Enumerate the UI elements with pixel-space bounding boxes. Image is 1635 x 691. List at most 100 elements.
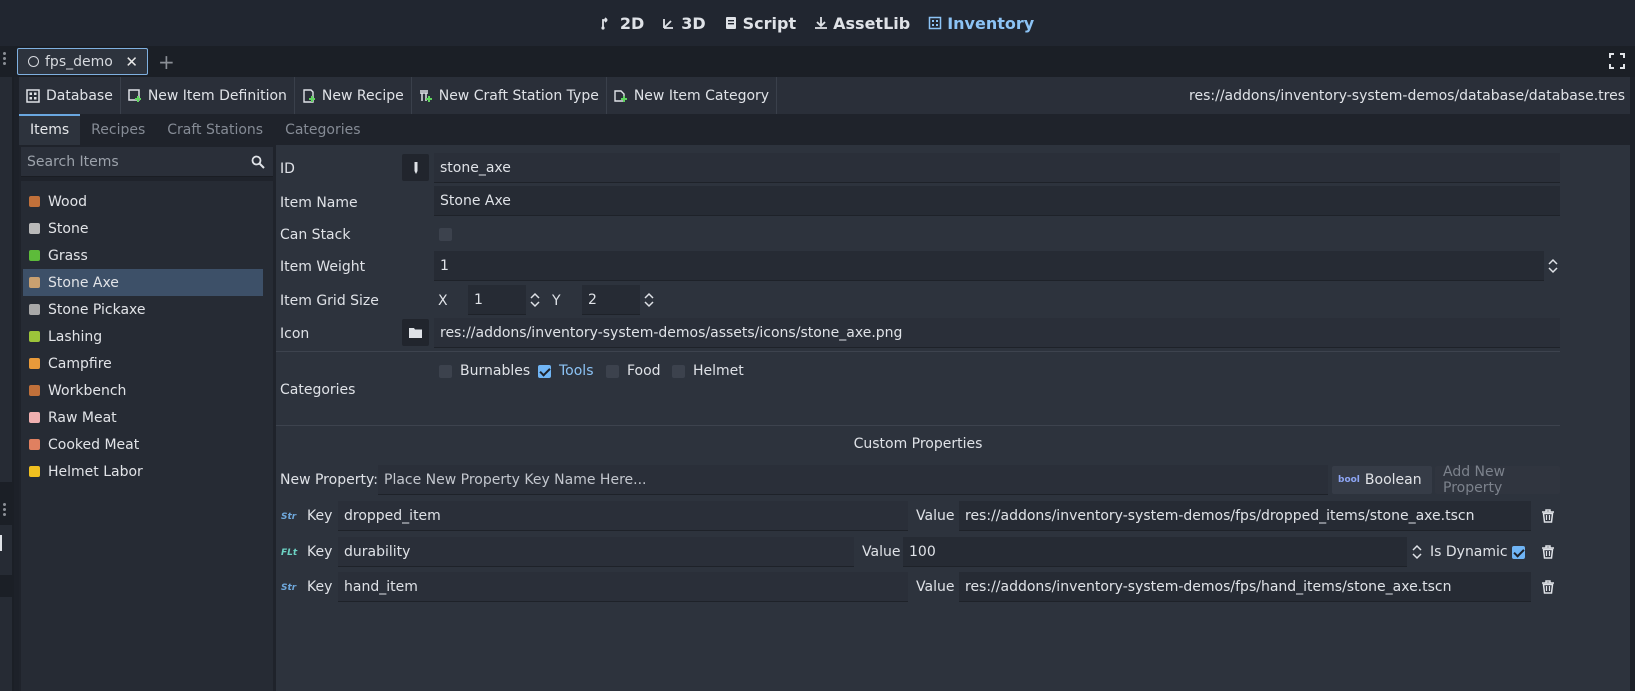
divider	[276, 425, 1560, 426]
category-food-checkbox[interactable]	[606, 365, 619, 378]
new-property-key-input[interactable]: Place New Property Key Name Here...	[378, 465, 1328, 495]
list-item[interactable]: Stone Pickaxe	[23, 296, 263, 323]
item-icon	[29, 466, 40, 477]
item-icon	[29, 358, 40, 369]
list-item-label: Lashing	[48, 328, 103, 345]
fullscreen-icon[interactable]	[1609, 53, 1625, 69]
list-item-label: Stone Pickaxe	[48, 301, 146, 318]
can-stack-checkbox[interactable]	[439, 228, 452, 241]
bool-type-icon: bool	[1338, 475, 1360, 485]
id-field[interactable]: stone_axe	[434, 153, 1560, 183]
new-item-definition-button[interactable]: New Item Definition	[121, 77, 295, 114]
item-list-panel: Search Items Wood Stone Grass Stone Axe Ston…	[19, 145, 276, 691]
list-item[interactable]: Cooked Meat	[23, 431, 263, 458]
mode-assetlib-button[interactable]: AssetLib	[814, 14, 910, 33]
database-tabs: Items Recipes Craft Stations Categories	[19, 114, 1630, 145]
value-label: Value	[916, 508, 955, 524]
tab-categories[interactable]: Categories	[274, 116, 371, 145]
item-icon	[29, 304, 40, 315]
item-name-value: Stone Axe	[440, 192, 511, 209]
new-item-category-button[interactable]: New Item Category	[607, 77, 778, 114]
string-type-icon: Str	[281, 583, 297, 593]
add-scene-tab-icon[interactable]: +	[158, 50, 175, 74]
item-list: Wood Stone Grass Stone Axe Stone Pickaxe Lash…	[21, 181, 273, 691]
mode-script-label: Script	[742, 13, 797, 33]
tab-craft-stations[interactable]: Craft Stations	[156, 116, 274, 145]
grid-x-stepper-icon[interactable]	[530, 292, 540, 308]
list-item[interactable]: Lashing	[23, 323, 263, 350]
list-item[interactable]: Wood	[23, 188, 263, 215]
category-tools-checkbox[interactable]	[538, 365, 551, 378]
is-dynamic-checkbox[interactable]	[1512, 546, 1525, 559]
property-value-text: res://addons/inventory-system-demos/fps/…	[965, 578, 1452, 595]
mode-script-button[interactable]: Script	[724, 14, 796, 33]
list-item-label: Stone Axe	[48, 274, 119, 291]
list-item[interactable]: Raw Meat	[23, 404, 263, 431]
grid-y-stepper-icon[interactable]	[644, 292, 654, 308]
property-value-field[interactable]: res://addons/inventory-system-demos/fps/…	[959, 572, 1531, 602]
property-value-field[interactable]: 100	[903, 537, 1407, 567]
list-item-label: Helmet Labor	[48, 463, 143, 480]
item-weight-field[interactable]: 1	[434, 251, 1544, 281]
grid-x-field[interactable]: 1	[468, 285, 526, 315]
list-item[interactable]: Workbench	[23, 377, 263, 404]
add-new-property-button[interactable]: Add New Property	[1435, 464, 1560, 496]
list-item[interactable]: Helmet Labor	[23, 458, 263, 485]
category-helmet-checkbox[interactable]	[672, 365, 685, 378]
list-item[interactable]: Stone Axe	[23, 269, 263, 296]
item-name-field[interactable]: Stone Axe	[434, 186, 1560, 216]
edit-id-button[interactable]	[402, 154, 429, 181]
list-item-label: Campfire	[48, 355, 112, 372]
drag-grip-icon[interactable]	[3, 503, 6, 518]
list-item-label: Cooked Meat	[48, 436, 140, 453]
close-icon[interactable]: ✕	[125, 53, 138, 71]
tab-recipes[interactable]: Recipes	[80, 116, 156, 145]
tab-items[interactable]: Items	[19, 114, 81, 145]
list-item-label: Wood	[48, 193, 88, 210]
trash-icon[interactable]	[1541, 580, 1555, 594]
property-key-field[interactable]: durability	[338, 537, 854, 567]
property-type-dropdown[interactable]: bool Boolean	[1332, 466, 1432, 494]
browse-icon-button[interactable]	[402, 319, 429, 346]
item-icon	[29, 385, 40, 396]
new-recipe-icon	[303, 88, 315, 103]
property-value-field[interactable]: res://addons/inventory-system-demos/fps/…	[959, 501, 1531, 531]
property-key-field[interactable]: hand_item	[338, 572, 908, 602]
3d-icon	[663, 19, 674, 29]
list-item[interactable]: Stone	[23, 215, 263, 242]
category-burnables-checkbox[interactable]	[439, 365, 452, 378]
mode-assetlib-label: AssetLib	[833, 13, 911, 33]
property-key-field[interactable]: dropped_item	[338, 501, 908, 531]
key-label: Key	[307, 579, 333, 595]
editor-mode-bar: 2D 3D Script AssetLib Inventory	[0, 0, 1635, 46]
search-placeholder: Search Items	[27, 153, 119, 170]
database-button[interactable]: Database	[19, 77, 121, 114]
new-craft-station-type-button[interactable]: New Craft Station Type	[412, 77, 607, 114]
item-weight-stepper-icon[interactable]	[1548, 258, 1558, 274]
trash-icon[interactable]	[1541, 509, 1555, 523]
list-item-label: Raw Meat	[48, 409, 117, 426]
drag-grip-icon[interactable]	[3, 52, 6, 67]
value-label: Value	[916, 579, 955, 595]
icon-label: Icon	[280, 326, 310, 342]
search-input[interactable]: Search Items	[21, 147, 273, 177]
mode-3d-button[interactable]: 3D	[662, 14, 706, 33]
categories-label: Categories	[280, 382, 356, 398]
scene-tab-fps-demo[interactable]: fps_demo ✕	[17, 48, 148, 75]
grid-y-label: Y	[552, 293, 561, 309]
grid-y-field[interactable]: 2	[582, 285, 640, 315]
trash-icon[interactable]	[1541, 545, 1555, 559]
value-stepper-icon[interactable]	[1412, 544, 1422, 560]
list-item[interactable]: Grass	[23, 242, 263, 269]
property-type-value: Boolean	[1364, 472, 1422, 488]
2d-icon	[601, 17, 608, 30]
mode-2d-button[interactable]: 2D	[601, 14, 644, 33]
icon-path-field[interactable]: res://addons/inventory-system-demos/asse…	[434, 318, 1560, 348]
mode-inventory-button[interactable]: Inventory	[928, 14, 1034, 33]
new-recipe-button[interactable]: New Recipe	[295, 77, 412, 114]
new-recipe-label: New Recipe	[321, 87, 404, 104]
can-stack-label: Can Stack	[280, 227, 351, 243]
dock-segment	[0, 597, 12, 691]
mode-2d-label: 2D	[619, 13, 645, 33]
list-item[interactable]: Campfire	[23, 350, 263, 377]
